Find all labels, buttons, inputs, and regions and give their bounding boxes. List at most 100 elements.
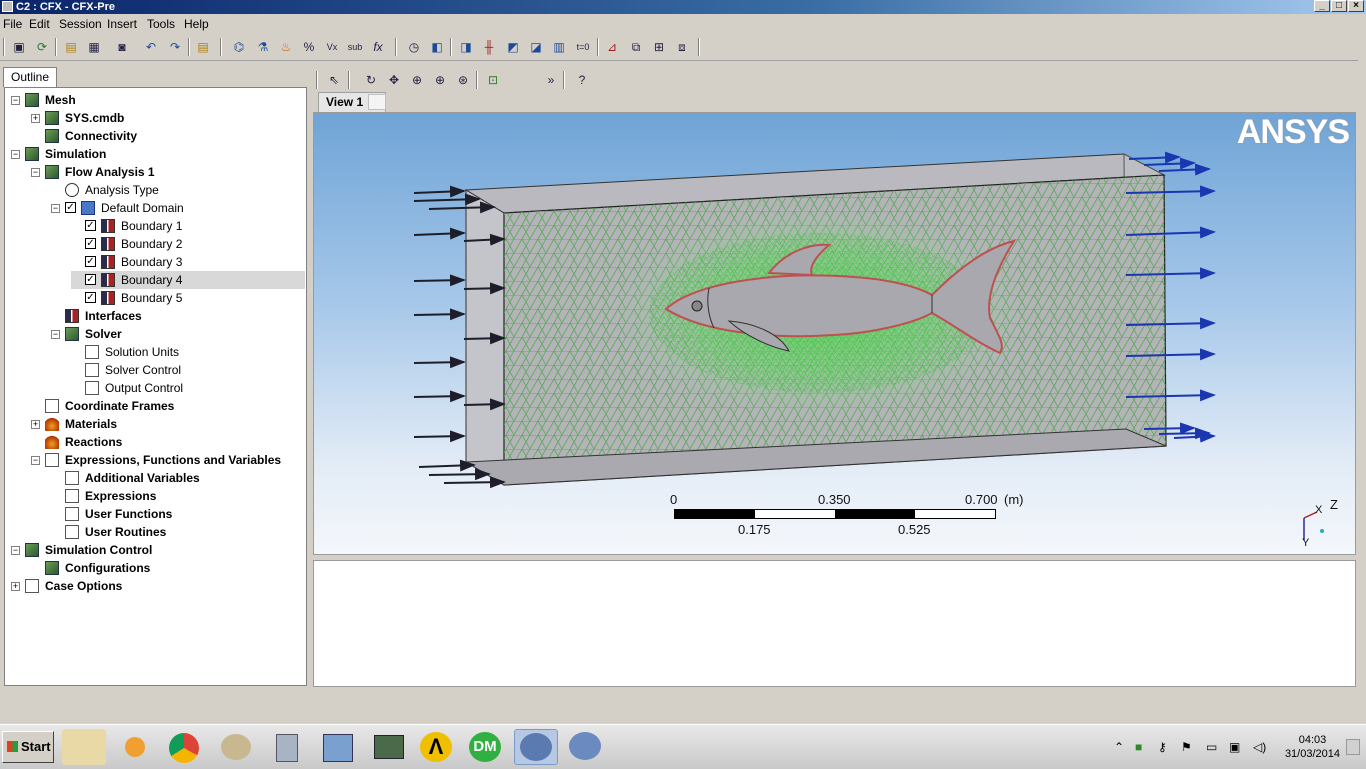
collapse-icon[interactable]: − (11, 546, 20, 555)
pan-icon[interactable]: ✥ (385, 71, 403, 89)
tree-node[interactable]: ✓ Boundary 3 (5, 253, 305, 271)
tree-node[interactable]: Connectivity (5, 127, 305, 145)
close-button[interactable]: × (1348, 0, 1364, 12)
tree-node[interactable]: Expressions (5, 487, 305, 505)
tree-node[interactable]: ✓ Boundary 4 (71, 271, 305, 289)
tree-node[interactable]: Coordinate Frames (5, 397, 305, 415)
boundary-icon[interactable]: ╫ (480, 38, 498, 56)
network-app-icon[interactable] (315, 729, 359, 765)
cfx-solver-app-icon[interactable] (564, 729, 608, 765)
menu-tools[interactable]: Tools (147, 17, 175, 31)
visibility-checkbox[interactable]: ✓ (85, 274, 96, 285)
details-panel[interactable] (313, 560, 1356, 687)
show-desktop-button[interactable] (1346, 739, 1360, 755)
ansys-workbench-app-icon[interactable]: Λ (415, 729, 459, 765)
output-icon[interactable]: ⧈ (673, 38, 691, 56)
function-icon[interactable]: fx (369, 38, 387, 56)
cfx-pre-app-icon[interactable] (514, 729, 558, 765)
clock-icon[interactable]: ◷ (405, 38, 423, 56)
tree-node[interactable]: Interfaces (5, 307, 305, 325)
cel-icon[interactable]: Vx (323, 38, 341, 56)
explorer-app-icon[interactable] (62, 729, 106, 765)
tray-lock-icon[interactable]: ⚷ (1158, 740, 1167, 754)
redo-icon[interactable]: ↷ (166, 38, 184, 56)
undo-icon[interactable]: ↶ (142, 38, 160, 56)
tree-node[interactable]: User Functions (5, 505, 305, 523)
menu-help[interactable]: Help (184, 17, 209, 31)
collapse-icon[interactable]: − (11, 150, 20, 159)
tree-node[interactable]: Output Control (5, 379, 305, 397)
menu-edit[interactable]: Edit (29, 17, 50, 31)
interface-icon[interactable]: ◪ (527, 38, 545, 56)
subroutine-icon[interactable]: sub (346, 38, 364, 56)
menu-insert[interactable]: Insert (107, 17, 137, 31)
zoom-box-icon[interactable]: ⊕ (431, 71, 449, 89)
monitor-icon[interactable]: ⧉ (627, 38, 645, 56)
domain-icon[interactable]: ◨ (457, 38, 475, 56)
tree-node[interactable]: ✓ Boundary 2 (5, 235, 305, 253)
tree-node[interactable]: ✓ Boundary 5 (5, 289, 305, 307)
select-icon[interactable]: ⇖ (325, 71, 343, 89)
help-icon[interactable]: ? (573, 71, 591, 89)
collapse-icon[interactable]: − (31, 168, 40, 177)
visibility-checkbox[interactable]: ✓ (85, 238, 96, 249)
tray-app-icon[interactable]: ■ (1135, 740, 1142, 754)
tree-node[interactable]: Additional Variables (5, 469, 305, 487)
initial-icon[interactable]: ▥ (550, 38, 568, 56)
clock[interactable]: 04:03 31/03/2014 (1285, 733, 1340, 761)
visibility-checkbox[interactable]: ✓ (85, 292, 96, 303)
subdomain-icon[interactable]: ◩ (504, 38, 522, 56)
paint-app-icon[interactable] (214, 729, 258, 765)
designmodeler-app-icon[interactable]: DM (464, 729, 508, 765)
tree-node[interactable]: Reactions (5, 433, 305, 451)
tray-device-icon[interactable]: ▭ (1206, 740, 1217, 754)
more-icon[interactable]: » (542, 71, 560, 89)
calculator-app-icon[interactable] (264, 729, 308, 765)
folder-icon[interactable]: ▤ (194, 38, 212, 56)
solver-icon[interactable]: ⊞ (650, 38, 668, 56)
maximize-button[interactable]: □ (1331, 0, 1347, 12)
collapse-icon[interactable]: − (11, 96, 20, 105)
snap-icon[interactable]: ⊡ (484, 71, 502, 89)
mesh-adapt-icon[interactable]: ⊿ (603, 38, 621, 56)
tab-outline[interactable]: Outline (3, 67, 57, 87)
tree-node[interactable]: − ✓ Default Domain (5, 199, 305, 217)
visibility-checkbox[interactable]: ✓ (65, 202, 76, 213)
3d-viewport[interactable]: ANSYS Z X Y 0 0.350 0.700 (m) 0.175 0.52… (313, 112, 1356, 555)
tree-node[interactable]: Configurations (5, 559, 305, 577)
view-tab-extra[interactable] (368, 94, 386, 110)
open-icon[interactable]: ▤ (62, 38, 80, 56)
fire-icon[interactable]: ♨ (277, 38, 295, 56)
tree-node[interactable]: Solution Units (5, 343, 305, 361)
collapse-icon[interactable]: − (51, 330, 60, 339)
chrome-app-icon[interactable] (163, 729, 207, 765)
tree-node[interactable]: + Case Options (5, 577, 305, 595)
tree-node[interactable]: + Materials (5, 415, 305, 433)
network-icon[interactable]: ▣ (1229, 740, 1240, 754)
media-player-app-icon[interactable] (113, 729, 157, 765)
camera-icon[interactable]: ◙ (113, 38, 131, 56)
tree-node[interactable]: User Routines (5, 523, 305, 541)
tree-node[interactable]: ✓ Boundary 1 (5, 217, 305, 235)
expand-icon[interactable]: + (31, 420, 40, 429)
collapse-icon[interactable]: − (31, 456, 40, 465)
tray-expand-icon[interactable]: ⌃ (1114, 740, 1124, 754)
monitor-app-icon[interactable] (366, 729, 410, 765)
minimize-button[interactable]: _ (1314, 0, 1330, 12)
tree-node[interactable]: + SYS.cmdb (5, 109, 305, 127)
visibility-checkbox[interactable]: ✓ (85, 220, 96, 231)
visibility-checkbox[interactable]: ✓ (85, 256, 96, 267)
time-icon[interactable]: t=0 (574, 38, 592, 56)
tree-node[interactable]: − Mesh (5, 91, 305, 109)
import-icon[interactable]: ▦ (85, 38, 103, 56)
expand-icon[interactable]: + (31, 114, 40, 123)
collapse-icon[interactable]: − (51, 204, 60, 213)
tree-node[interactable]: Analysis Type (5, 181, 305, 199)
edit-icon[interactable]: ◧ (428, 38, 446, 56)
tree-node[interactable]: − Flow Analysis 1 (5, 163, 305, 181)
zoom-icon[interactable]: ⊕ (408, 71, 426, 89)
tree-node[interactable]: − Expressions, Functions and Variables (5, 451, 305, 469)
menu-file[interactable]: File (3, 17, 22, 31)
tree-node[interactable]: Solver Control (5, 361, 305, 379)
action-center-flag-icon[interactable]: ⚑ (1181, 740, 1192, 754)
